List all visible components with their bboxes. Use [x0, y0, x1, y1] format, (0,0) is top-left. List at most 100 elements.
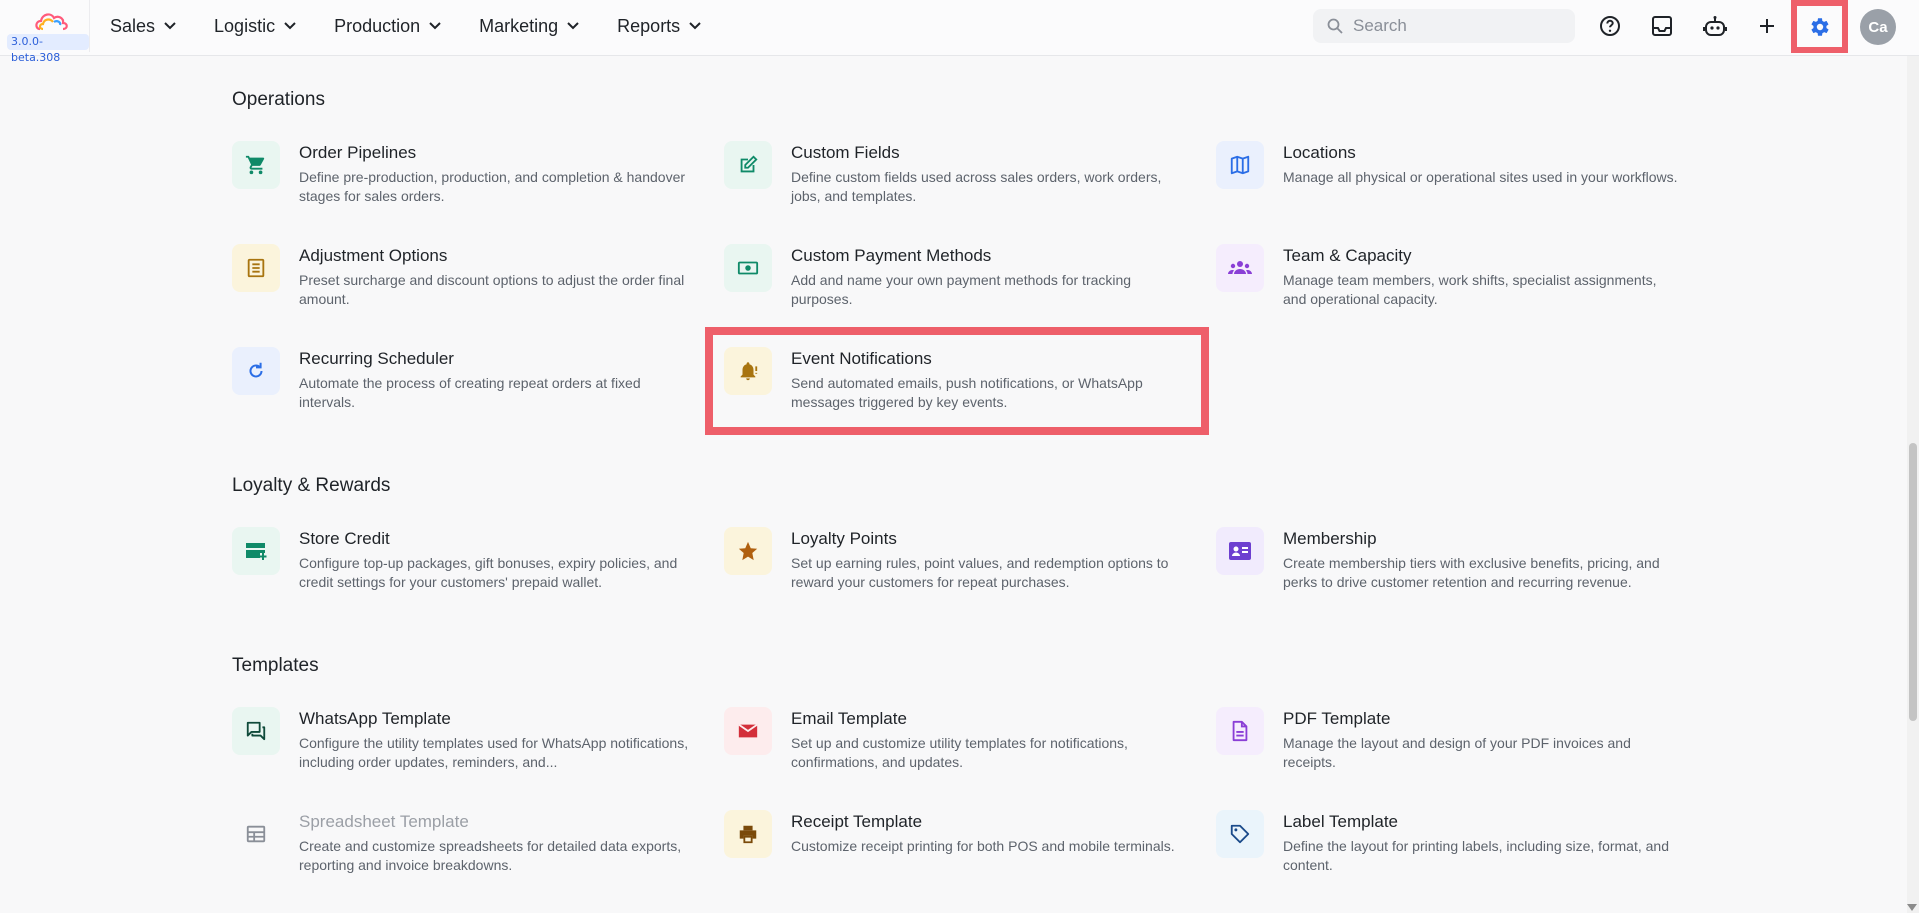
card-description: Customize receipt printing for both POS … [791, 838, 1175, 854]
card-email-template[interactable]: Email Template Set up and customize util… [724, 707, 1184, 787]
card-adjustment-options[interactable]: Adjustment Options Preset surcharge and … [232, 244, 692, 324]
card-add-icon [232, 527, 280, 575]
help-button[interactable] [1596, 12, 1624, 40]
group-icon [1216, 244, 1264, 292]
card-title: Membership [1283, 529, 1377, 548]
card-title: WhatsApp Template [299, 709, 451, 728]
card-description: Set up and customize utility templates f… [791, 735, 1128, 770]
section-title-templates: Templates [232, 655, 319, 676]
card-custom-payment-methods[interactable]: Custom Payment Methods Add and name your… [724, 244, 1184, 324]
card-title: Receipt Template [791, 812, 923, 831]
card-description: Manage team members, work shifts, specia… [1283, 272, 1657, 307]
nav-production[interactable]: Production [334, 16, 441, 37]
chevron-down-icon [284, 22, 296, 30]
id-card-icon [1216, 527, 1264, 575]
card-description: Define pre-production, production, and c… [299, 169, 686, 204]
section-title-loyalty: Loyalty & Rewards [232, 475, 391, 496]
card-title: Label Template [1283, 812, 1398, 831]
card-description: Configure the utility templates used for… [299, 735, 689, 770]
highlight-box [705, 327, 1209, 435]
card-whatsapp-template[interactable]: WhatsApp Template Configure the utility … [232, 707, 692, 787]
settings-button[interactable] [1791, 0, 1848, 53]
document-icon [1216, 707, 1264, 755]
nav-reports[interactable]: Reports [617, 16, 701, 37]
card-team-capacity[interactable]: Team & Capacity Manage team members, wor… [1216, 244, 1676, 324]
card-title: Team & Capacity [1283, 246, 1412, 265]
money-icon [724, 244, 772, 292]
create-button[interactable] [1753, 12, 1781, 40]
inbox-icon [1652, 16, 1672, 36]
card-description: Add and name your own payment methods fo… [791, 272, 1132, 307]
nav-label: Reports [617, 15, 681, 36]
nav-sales[interactable]: Sales [110, 16, 176, 37]
help-icon [1600, 16, 1620, 36]
card-order-pipelines[interactable]: Order Pipelines Define pre-production, p… [232, 141, 692, 221]
tag-icon [1216, 810, 1264, 858]
card-title: Store Credit [299, 529, 390, 548]
card-description: Define the layout for printing labels, i… [1283, 838, 1669, 873]
search-input[interactable] [1353, 16, 1563, 36]
card-store-credit[interactable]: Store Credit Configure top-up packages, … [232, 527, 692, 607]
card-description: Automate the process of creating repeat … [299, 375, 641, 410]
card-label-template[interactable]: Label Template Define the layout for pri… [1216, 810, 1676, 890]
star-icon [724, 527, 772, 575]
nav-label: Marketing [479, 15, 559, 36]
app-logo[interactable]: 3.0.0-beta.308 [0, 0, 90, 64]
card-loyalty-points[interactable]: Loyalty Points Set up earning rules, poi… [724, 527, 1184, 607]
card-description: Configure top-up packages, gift bonuses,… [299, 555, 678, 590]
card-description: Manage all physical or operational sites… [1283, 169, 1678, 185]
card-title: PDF Template [1283, 709, 1391, 728]
card-title: Order Pipelines [299, 143, 417, 162]
card-title: Adjustment Options [299, 246, 448, 265]
card-description: Create and customize spreadsheets for de… [299, 838, 682, 873]
top-navigation-bar: 3.0.0-beta.308 Sales Logistic Production… [0, 0, 1919, 64]
card-description: Manage the layout and design of your PDF… [1283, 735, 1631, 770]
search-icon [1327, 18, 1343, 34]
card-title: Recurring Scheduler [299, 349, 454, 368]
card-title: Custom Fields [791, 143, 900, 162]
search-box [1313, 9, 1575, 43]
mail-icon [724, 707, 772, 755]
gear-icon [1810, 17, 1829, 36]
edit-icon [724, 141, 772, 189]
main-nav: Sales Logistic Production Marketing Repo… [110, 0, 739, 52]
card-description: Set up earning rules, point values, and … [791, 555, 1169, 590]
nav-label: Production [334, 15, 421, 36]
chevron-down-icon [689, 22, 701, 30]
card-description: Preset surcharge and discount options to… [299, 272, 685, 307]
list-icon [232, 244, 280, 292]
card-recurring-scheduler[interactable]: Recurring Scheduler Automate the process… [232, 347, 692, 427]
inbox-button[interactable] [1648, 12, 1676, 40]
refresh-icon [232, 347, 280, 395]
table-icon [232, 810, 280, 858]
card-spreadsheet-template[interactable]: Spreadsheet Template Create and customiz… [232, 810, 692, 890]
cloud-logo-icon [35, 13, 68, 31]
nav-label: Logistic [214, 15, 276, 36]
card-pdf-template[interactable]: PDF Template Manage the layout and desig… [1216, 707, 1676, 787]
nav-marketing[interactable]: Marketing [479, 16, 579, 37]
robot-icon [1703, 16, 1727, 36]
version-badge: 3.0.0-beta.308 [7, 34, 89, 64]
cart-icon [232, 141, 280, 189]
card-locations[interactable]: Locations Manage all physical or operati… [1216, 141, 1678, 221]
chevron-down-icon [429, 22, 441, 30]
section-title-operations: Operations [232, 89, 325, 110]
scroll-down-arrow-icon[interactable] [1907, 904, 1917, 911]
map-icon [1216, 141, 1264, 189]
scrollbar-thumb[interactable] [1909, 443, 1917, 721]
assistant-button[interactable] [1701, 12, 1729, 40]
nav-logistic[interactable]: Logistic [214, 16, 296, 37]
card-title: Loyalty Points [791, 529, 897, 548]
card-membership[interactable]: Membership Create membership tiers with … [1216, 527, 1676, 607]
nav-label: Sales [110, 15, 156, 36]
chevron-down-icon [164, 22, 176, 30]
card-title: Custom Payment Methods [791, 246, 992, 265]
card-title: Spreadsheet Template [299, 812, 469, 831]
chat-icon [232, 707, 280, 755]
card-receipt-template[interactable]: Receipt Template Customize receipt print… [724, 810, 1184, 890]
card-custom-fields[interactable]: Custom Fields Define custom fields used … [724, 141, 1184, 221]
chevron-down-icon [567, 22, 579, 30]
card-title: Locations [1283, 143, 1356, 162]
user-avatar[interactable]: Ca [1860, 9, 1896, 45]
printer-icon [724, 810, 772, 858]
